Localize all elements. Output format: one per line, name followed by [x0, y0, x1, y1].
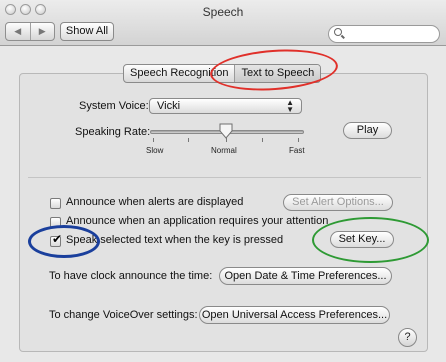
voiceover-settings-label: To change VoiceOver settings: — [49, 309, 198, 321]
back-arrow-icon[interactable]: ◀ — [6, 23, 31, 40]
section-divider — [28, 177, 421, 178]
normal-label: Normal — [211, 146, 237, 155]
set-key-button[interactable]: Set Key... — [330, 231, 394, 248]
help-icon[interactable]: ? — [398, 328, 417, 347]
announce-alerts-checkbox[interactable] — [50, 198, 61, 209]
open-date-time-preferences-button[interactable]: Open Date & Time Preferences... — [219, 267, 392, 285]
show-all-button[interactable]: Show All — [60, 22, 114, 41]
window-title: Speech — [202, 5, 244, 19]
announce-alerts-label: Announce when alerts are displayed — [66, 196, 244, 208]
checkmark-icon: ✔ — [52, 232, 63, 246]
fast-label: Fast — [289, 146, 305, 155]
search-icon — [334, 28, 342, 36]
slider-tick — [262, 138, 263, 142]
tab-text-to-speech[interactable]: Text to Speech — [234, 65, 321, 82]
system-voice-value: Vicki — [157, 100, 181, 112]
popup-arrows-icon: ▲ ▼ — [286, 98, 294, 114]
speaking-rate-label: Speaking Rate: — [75, 126, 151, 138]
slider-tick — [153, 138, 154, 142]
forward-arrow-icon[interactable]: ▶ — [31, 23, 55, 40]
slow-label: Slow — [146, 146, 164, 155]
speak-selected-text-checkbox[interactable]: ✔ — [50, 232, 63, 247]
set-alert-options-button[interactable]: Set Alert Options... — [283, 194, 393, 211]
preferences-window: Speech ◀ ▶ Show All Speech Recognition T… — [0, 0, 446, 362]
slider-tick — [298, 138, 299, 142]
open-universal-access-preferences-button[interactable]: Open Universal Access Preferences... — [199, 306, 390, 324]
search-input[interactable] — [328, 25, 440, 43]
system-voice-label: System Voice: — [79, 100, 149, 112]
announce-attention-checkbox[interactable] — [50, 217, 61, 228]
announce-attention-label: Announce when an application requires yo… — [66, 215, 329, 227]
title-bar: Speech ◀ ▶ Show All — [0, 0, 446, 46]
clock-announce-label: To have clock announce the time: — [49, 270, 213, 282]
tab-bar: Speech Recognition Text to Speech — [123, 64, 322, 83]
play-button[interactable]: Play — [343, 122, 392, 139]
slider-tick — [188, 138, 189, 142]
system-voice-popup[interactable]: Vicki ▲ ▼ — [149, 98, 302, 114]
slider-thumb[interactable] — [218, 123, 234, 139]
speak-selected-text-label: Speak selected text when the key is pres… — [66, 234, 284, 246]
back-forward-control[interactable]: ◀ ▶ — [5, 22, 55, 41]
tab-speech-recognition[interactable]: Speech Recognition — [124, 65, 234, 82]
